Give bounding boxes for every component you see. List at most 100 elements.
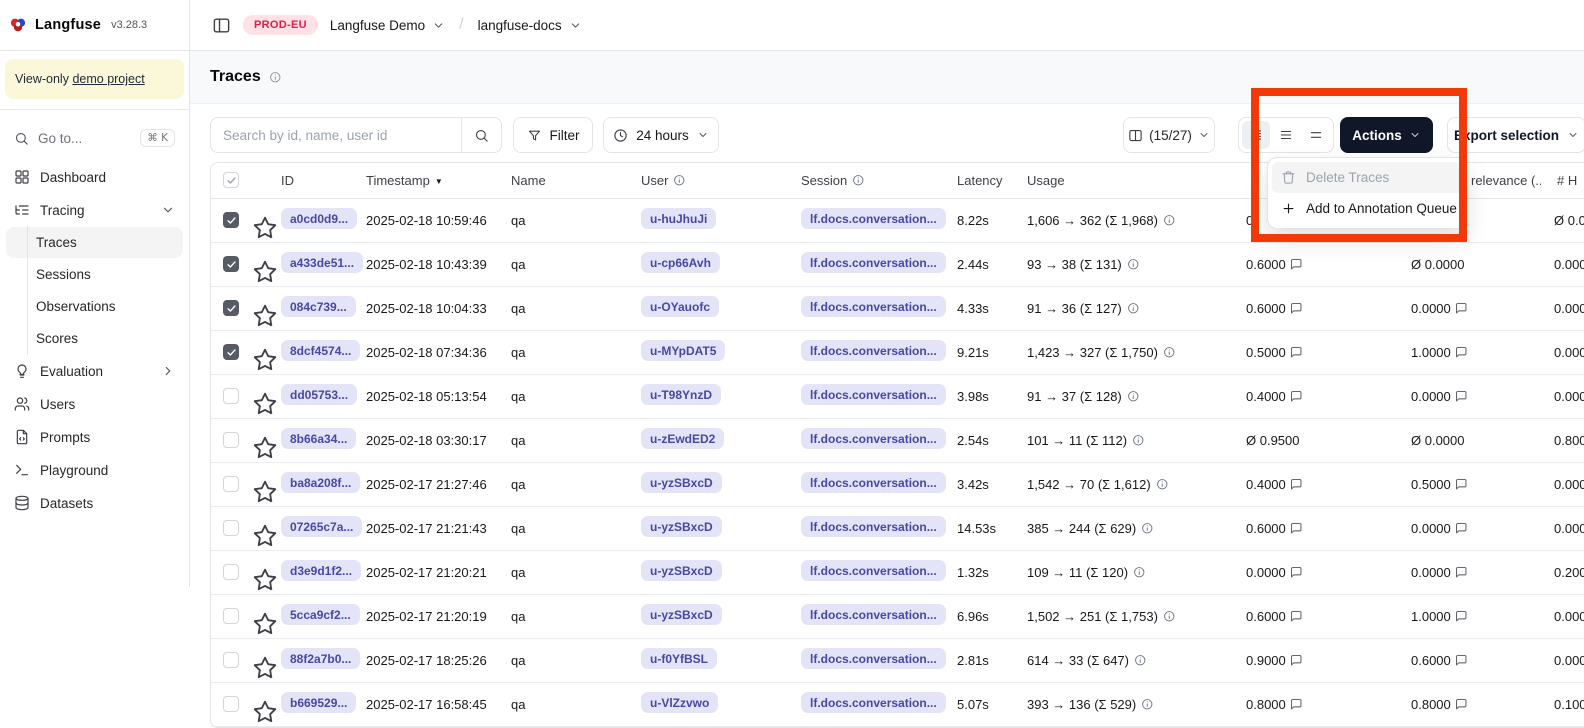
sidebar-toggle-icon[interactable] bbox=[212, 16, 231, 35]
col-usage[interactable]: Usage bbox=[1023, 163, 1241, 198]
col-timestamp[interactable]: Timestamp▼ bbox=[366, 163, 511, 198]
session-id-badge[interactable]: lf.docs.conversation... bbox=[801, 384, 946, 405]
search-input[interactable] bbox=[211, 128, 461, 143]
row-checkbox[interactable] bbox=[223, 652, 239, 668]
table-row[interactable]: 084c739...2025-02-18 10:04:33qau-OYauofc… bbox=[211, 286, 1584, 330]
user-id-badge[interactable]: u-zEwdED2 bbox=[641, 428, 724, 449]
session-id-badge[interactable]: lf.docs.conversation... bbox=[801, 472, 946, 493]
trace-id-badge[interactable]: b669529... bbox=[281, 692, 356, 713]
table-row[interactable]: 07265c7a...2025-02-17 21:21:43qau-yzSBxc… bbox=[211, 506, 1584, 550]
bookmark-star-icon[interactable] bbox=[251, 522, 279, 550]
sidebar-item-dashboard[interactable]: Dashboard bbox=[6, 161, 183, 193]
org-breadcrumb[interactable]: Langfuse Demo bbox=[330, 18, 445, 33]
col-session[interactable]: Session bbox=[799, 163, 953, 198]
sidebar-item-users[interactable]: Users bbox=[6, 388, 183, 420]
row-checkbox[interactable] bbox=[223, 388, 239, 404]
row-checkbox[interactable] bbox=[223, 564, 239, 580]
row-checkbox[interactable] bbox=[223, 476, 239, 492]
user-id-badge[interactable]: u-yzSBxcD bbox=[641, 560, 722, 581]
sidebar-item-datasets[interactable]: Datasets bbox=[6, 487, 183, 519]
bookmark-star-icon[interactable] bbox=[251, 258, 279, 286]
session-id-badge[interactable]: lf.docs.conversation... bbox=[801, 560, 946, 581]
sidebar-item-playground[interactable]: Playground bbox=[6, 454, 183, 486]
sidebar-item-scores[interactable]: Scores bbox=[6, 323, 183, 354]
session-id-badge[interactable]: lf.docs.conversation... bbox=[801, 252, 946, 273]
bookmark-star-icon[interactable] bbox=[251, 698, 279, 726]
sidebar-item-evaluation[interactable]: Evaluation bbox=[6, 355, 183, 387]
trace-id-badge[interactable]: dd05753... bbox=[281, 384, 357, 405]
table-row[interactable]: 5cca9cf2...2025-02-17 21:20:19qau-yzSBxc… bbox=[211, 594, 1584, 638]
table-row[interactable]: 8dcf4574...2025-02-18 07:34:36qau-MYpDAT… bbox=[211, 330, 1584, 374]
trace-id-badge[interactable]: ba8a208f... bbox=[281, 472, 360, 493]
filter-button[interactable]: Filter bbox=[513, 117, 593, 153]
bookmark-star-icon[interactable] bbox=[251, 434, 279, 462]
row-checkbox[interactable] bbox=[223, 212, 239, 228]
search-submit-button[interactable] bbox=[461, 118, 501, 152]
time-range-button[interactable]: 24 hours bbox=[603, 117, 719, 153]
table-row[interactable]: b669529...2025-02-17 16:58:45qau-VlZzvwo… bbox=[211, 682, 1584, 726]
user-id-badge[interactable]: u-VlZzvwo bbox=[641, 692, 718, 713]
menu-item-add-to-annotation-queue[interactable]: Add to Annotation Queue bbox=[1272, 193, 1462, 224]
user-id-badge[interactable]: u-huJhuJi bbox=[641, 208, 716, 229]
menu-item-delete-traces[interactable]: Delete Traces bbox=[1272, 162, 1462, 193]
table-row[interactable]: a433de51...2025-02-18 10:43:39qau-cp66Av… bbox=[211, 242, 1584, 286]
session-id-badge[interactable]: lf.docs.conversation... bbox=[801, 340, 946, 361]
bookmark-star-icon[interactable] bbox=[251, 478, 279, 506]
actions-button[interactable]: Actions bbox=[1340, 117, 1433, 153]
user-id-badge[interactable]: u-yzSBxcD bbox=[641, 472, 722, 493]
sidebar-item-tracing[interactable]: Tracing bbox=[6, 194, 183, 226]
trace-id-badge[interactable]: 8dcf4574... bbox=[281, 340, 360, 361]
project-breadcrumb[interactable]: langfuse-docs bbox=[478, 18, 582, 33]
col-user[interactable]: User bbox=[639, 163, 799, 198]
sidebar-item-prompts[interactable]: Prompts bbox=[6, 421, 183, 453]
trace-id-badge[interactable]: d3e9d1f2... bbox=[281, 560, 361, 581]
user-id-badge[interactable]: u-T98YnzD bbox=[641, 384, 721, 405]
row-checkbox[interactable] bbox=[223, 432, 239, 448]
trace-id-badge[interactable]: 5cca9cf2... bbox=[281, 604, 360, 625]
user-id-badge[interactable]: u-OYauofc bbox=[641, 296, 719, 317]
trace-id-badge[interactable]: 084c739... bbox=[281, 296, 356, 317]
session-id-badge[interactable]: lf.docs.conversation... bbox=[801, 648, 946, 669]
user-id-badge[interactable]: u-MYpDAT5 bbox=[641, 340, 725, 361]
bookmark-star-icon[interactable] bbox=[251, 346, 279, 374]
bookmark-star-icon[interactable] bbox=[251, 566, 279, 594]
col-id[interactable]: ID bbox=[279, 163, 366, 198]
bookmark-star-icon[interactable] bbox=[251, 390, 279, 418]
sidebar-item-traces[interactable]: Traces bbox=[6, 227, 183, 258]
row-checkbox[interactable] bbox=[223, 300, 239, 316]
trace-id-badge[interactable]: a0cd0d9... bbox=[281, 208, 357, 229]
table-row[interactable]: dd05753...2025-02-18 05:13:54qau-T98YnzD… bbox=[211, 374, 1584, 418]
session-id-badge[interactable]: lf.docs.conversation... bbox=[801, 604, 946, 625]
session-id-badge[interactable]: lf.docs.conversation... bbox=[801, 428, 946, 449]
export-selection-button[interactable]: Export selection bbox=[1447, 117, 1584, 153]
row-height-large-button[interactable] bbox=[1302, 121, 1330, 149]
col-latency[interactable]: Latency bbox=[953, 163, 1023, 198]
trace-id-badge[interactable]: 88f2a7b0... bbox=[281, 648, 360, 669]
trace-id-badge[interactable]: 07265c7a... bbox=[281, 516, 362, 537]
row-checkbox[interactable] bbox=[223, 696, 239, 712]
col-name[interactable]: Name bbox=[511, 163, 639, 198]
row-checkbox[interactable] bbox=[223, 608, 239, 624]
trace-id-badge[interactable]: 8b66a34... bbox=[281, 428, 356, 449]
sidebar-item-observations[interactable]: Observations bbox=[6, 291, 183, 322]
table-row[interactable]: d3e9d1f2...2025-02-17 21:20:21qau-yzSBxc… bbox=[211, 550, 1584, 594]
user-id-badge[interactable]: u-f0YfBSL bbox=[641, 648, 717, 669]
bookmark-star-icon[interactable] bbox=[251, 610, 279, 638]
demo-project-link[interactable]: demo project bbox=[72, 72, 144, 86]
user-id-badge[interactable]: u-yzSBxcD bbox=[641, 516, 722, 537]
table-row[interactable]: ba8a208f...2025-02-17 21:27:46qau-yzSBxc… bbox=[211, 462, 1584, 506]
session-id-badge[interactable]: lf.docs.conversation... bbox=[801, 296, 946, 317]
row-checkbox[interactable] bbox=[223, 520, 239, 536]
table-row[interactable]: 88f2a7b0...2025-02-17 18:25:26qau-f0YfBS… bbox=[211, 638, 1584, 682]
sidebar-item-sessions[interactable]: Sessions bbox=[6, 259, 183, 290]
bookmark-star-icon[interactable] bbox=[251, 654, 279, 682]
session-id-badge[interactable]: lf.docs.conversation... bbox=[801, 208, 946, 229]
bookmark-star-icon[interactable] bbox=[251, 302, 279, 330]
row-checkbox[interactable] bbox=[223, 344, 239, 360]
user-id-badge[interactable]: u-yzSBxcD bbox=[641, 604, 722, 625]
table-row[interactable]: 8b66a34...2025-02-18 03:30:17qau-zEwdED2… bbox=[211, 418, 1584, 462]
row-height-small-button[interactable] bbox=[1242, 121, 1270, 149]
goto-search[interactable]: Go to... ⌘ K bbox=[6, 123, 183, 153]
user-id-badge[interactable]: u-cp66Avh bbox=[641, 252, 720, 273]
bookmark-star-icon[interactable] bbox=[251, 214, 279, 242]
